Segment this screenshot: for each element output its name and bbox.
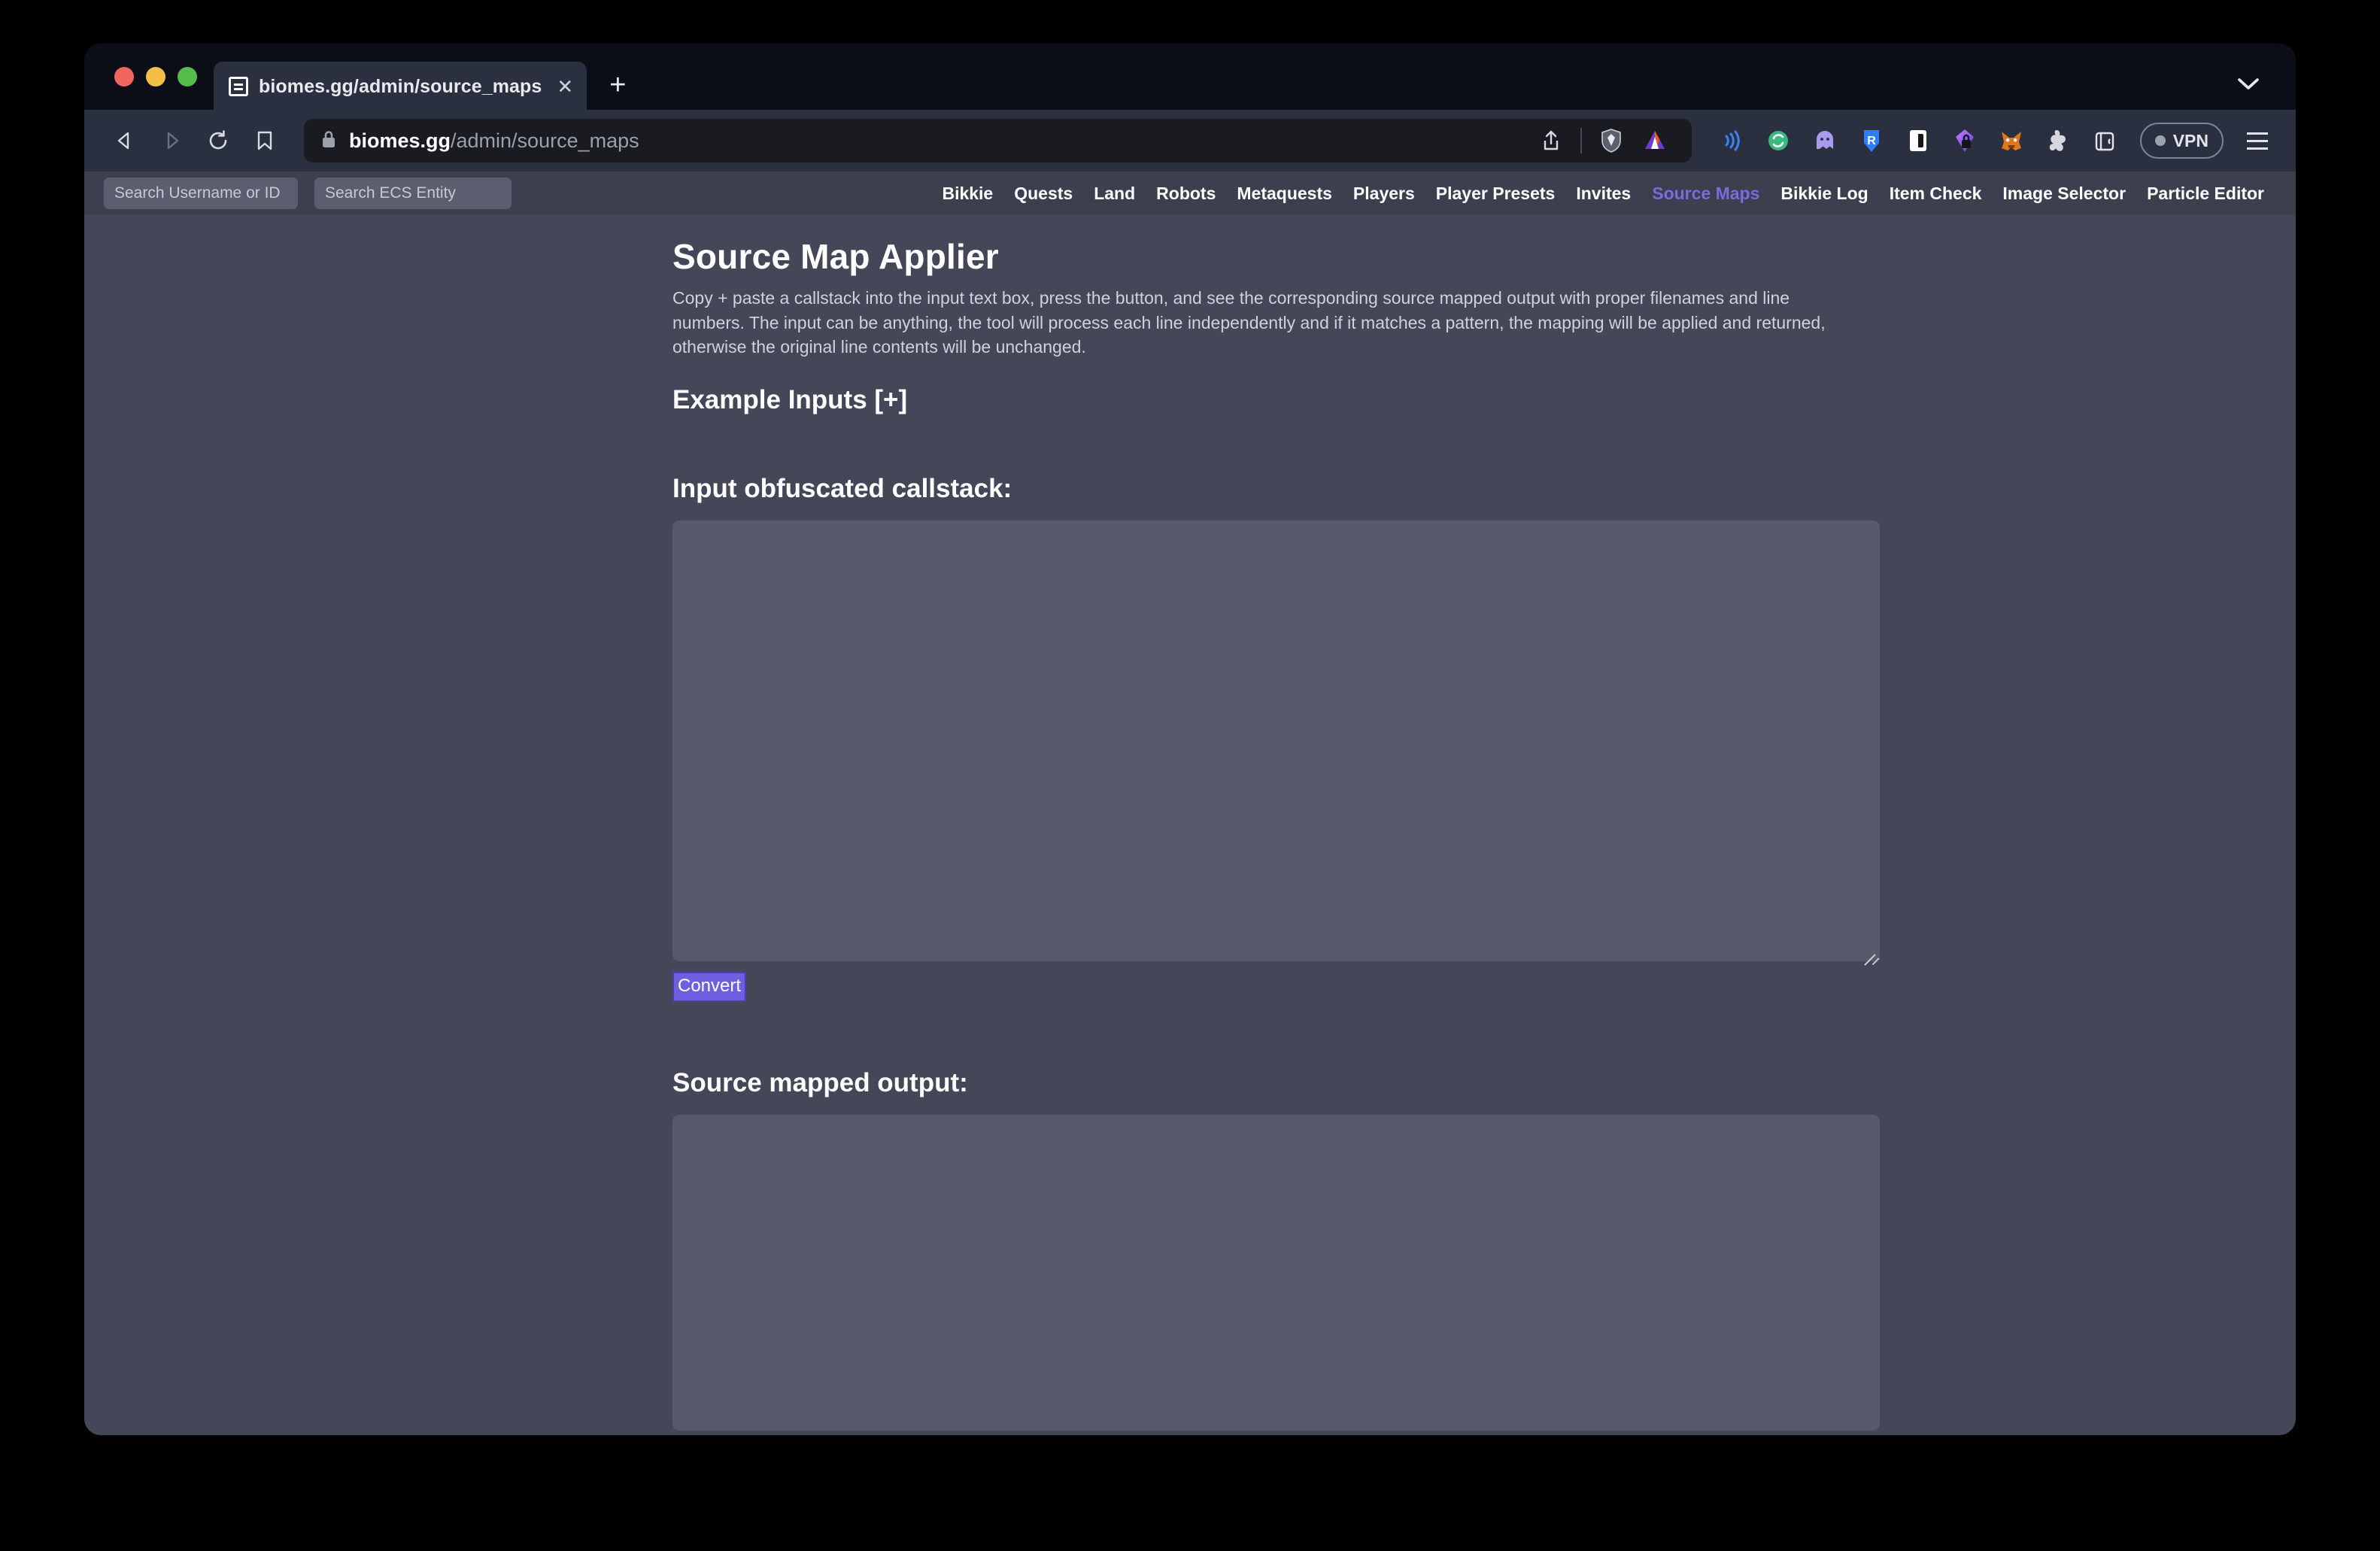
page-content: Source Map Applier Copy + paste a callst… (84, 215, 2296, 1431)
lock-icon (320, 129, 337, 153)
nav-item-bikkie[interactable]: Bikkie (931, 184, 1003, 204)
page-title: Source Map Applier (672, 236, 1880, 277)
search-username-input[interactable] (104, 178, 298, 209)
traffic-lights (104, 44, 214, 110)
browser-menu-button[interactable] (2239, 120, 2276, 161)
close-icon[interactable]: ✕ (557, 77, 573, 96)
content-column: Source Map Applier Copy + paste a callst… (672, 236, 1880, 1431)
close-window-button[interactable] (114, 67, 134, 87)
url-bar[interactable]: biomes.gg/admin/source_maps (304, 119, 1692, 162)
rabby-r-icon[interactable]: R (1851, 120, 1892, 161)
nav-item-particle-editor[interactable]: Particle Editor (2136, 184, 2275, 204)
lock-gradient-icon[interactable] (1944, 120, 1985, 161)
brave-logo-icon[interactable] (1635, 120, 1675, 161)
page-viewport: Bikkie Quests Land Robots Metaquests Pla… (84, 171, 2296, 1435)
nav-item-invites[interactable]: Invites (1565, 184, 1641, 204)
wifi-signal-icon[interactable] (1711, 120, 1752, 161)
back-button[interactable] (104, 120, 146, 162)
reload-button[interactable] (197, 120, 239, 162)
sync-green-icon[interactable] (1758, 120, 1799, 161)
tab-title: biomes.gg/admin/source_maps (259, 76, 542, 98)
nav-item-metaquests[interactable]: Metaquests (1226, 184, 1343, 204)
vpn-label: VPN (2173, 131, 2208, 151)
url-domain: biomes.gg (349, 129, 451, 152)
output-textarea-wrap (672, 1115, 1880, 1431)
nav-item-players[interactable]: Players (1343, 184, 1425, 204)
vpn-status-dot (2155, 135, 2166, 146)
browser-toolbar: biomes.gg/admin/source_maps (84, 110, 2296, 171)
nav-item-item-check[interactable]: Item Check (1879, 184, 1993, 204)
tab-strip: biomes.gg/admin/source_maps ✕ + (84, 44, 2296, 110)
svg-text:R: R (1867, 135, 1876, 147)
convert-button[interactable]: Convert (672, 972, 746, 1002)
ghost-purple-icon[interactable] (1805, 120, 1845, 161)
nav-item-source-maps[interactable]: Source Maps (1641, 184, 1770, 204)
output-callstack-textarea[interactable] (672, 1115, 1880, 1431)
nav-item-image-selector[interactable]: Image Selector (1992, 184, 2136, 204)
extension-icons: R (1707, 120, 2125, 161)
input-callstack-label: Input obfuscated callstack: (672, 474, 1880, 504)
browser-window: biomes.gg/admin/source_maps ✕ + biomes.g… (84, 44, 2296, 1435)
nav-item-land[interactable]: Land (1083, 184, 1146, 204)
page-description: Copy + paste a callstack into the input … (672, 286, 1861, 360)
vpn-toggle-button[interactable]: VPN (2140, 123, 2224, 159)
url-bar-actions (1522, 120, 1675, 161)
site-nav: Bikkie Quests Land Robots Metaquests Pla… (931, 184, 2278, 204)
output-label: Source mapped output: (672, 1068, 1880, 1098)
new-tab-button[interactable]: + (587, 71, 645, 110)
url-path: /admin/source_maps (451, 129, 639, 152)
chevron-down-icon[interactable] (2237, 73, 2281, 110)
url-text: biomes.gg/admin/source_maps (349, 129, 639, 153)
forward-button[interactable] (150, 120, 193, 162)
nav-item-bikkie-log[interactable]: Bikkie Log (1770, 184, 1878, 204)
input-callstack-textarea[interactable] (672, 521, 1880, 961)
nav-item-player-presets[interactable]: Player Presets (1425, 184, 1566, 204)
site-header: Bikkie Quests Land Robots Metaquests Pla… (84, 171, 2296, 215)
keplr-blob-icon[interactable] (2038, 120, 2078, 161)
dark-reader-icon[interactable] (1898, 120, 1938, 161)
brave-shield-icon[interactable] (1591, 120, 1632, 161)
metamask-fox-icon[interactable] (1991, 120, 2032, 161)
maximize-window-button[interactable] (178, 67, 197, 87)
share-icon[interactable] (1531, 120, 1571, 161)
example-inputs-toggle[interactable]: Example Inputs [+] (672, 385, 1880, 415)
wallet-icon[interactable] (2084, 120, 2125, 161)
input-textarea-wrap (672, 521, 1880, 961)
search-ecs-input[interactable] (314, 178, 512, 209)
nav-item-robots[interactable]: Robots (1146, 184, 1226, 204)
toolbar-divider (1580, 128, 1582, 153)
browser-tab[interactable]: biomes.gg/admin/source_maps ✕ (214, 62, 587, 111)
article-favicon-icon (229, 77, 248, 96)
nav-item-quests[interactable]: Quests (1003, 184, 1083, 204)
minimize-window-button[interactable] (146, 67, 165, 87)
bookmark-button[interactable] (244, 120, 286, 162)
